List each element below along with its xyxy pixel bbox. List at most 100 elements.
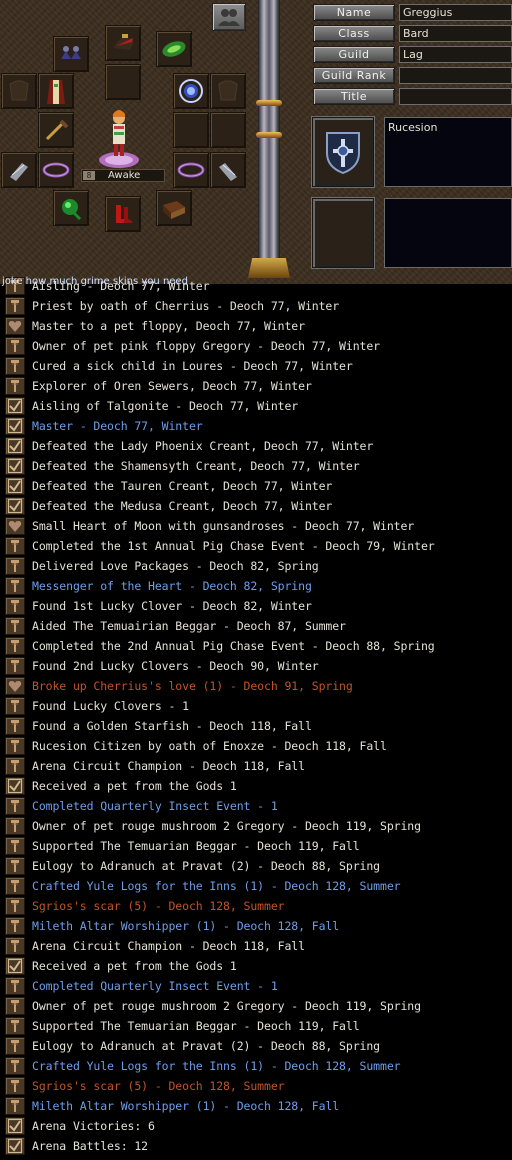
legend-mark-icon [5,837,25,855]
gauntlet-right-slot[interactable] [210,152,246,188]
legend-text: Found Lucky Clovers - 1 [32,699,189,713]
legend-text: Rucesion Citizen by oath of Enoxze - Deo… [32,739,387,753]
legend-row: Defeated the Lady Phoenix Creant, Deoch … [0,436,512,456]
legend-row: Found 1st Lucky Clover - Deoch 82, Winte… [0,596,512,616]
pillar-ornament [256,132,282,138]
armor-slot[interactable] [1,73,37,109]
legend-mark-icon [5,1057,25,1075]
red-boots-icon [116,205,132,223]
legend-row: Priest by oath of Cherrius - Deoch 77, W… [0,296,512,316]
group-portrait-button[interactable] [212,3,246,31]
legend-text: Defeated the Medusa Creant, Deoch 77, Wi… [32,499,333,513]
legend-mark-icon [5,977,25,995]
legend-row: Cured a sick child in Loures - Deoch 77,… [0,356,512,376]
legend-row: Defeated the Medusa Creant, Deoch 77, Wi… [0,496,512,516]
legend-row: Explorer of Oren Sewers, Deoch 77, Winte… [0,376,512,396]
legend-mark-icon [5,357,25,375]
legend-row: Owner of pet pink floppy Gregory - Deoch… [0,336,512,356]
bracelet-right-slot[interactable] [173,152,209,188]
legend-row: Eulogy to Adranuch at Pravat (2) - Deoch… [0,856,512,876]
legend-row: Owner of pet rouge mushroom 2 Gregory - … [0,996,512,1016]
legend-mark-icon [5,657,25,675]
legend-text: Eulogy to Adranuch at Pravat (2) - Deoch… [32,859,381,873]
legend-row: Found 2nd Lucky Clovers - Deoch 90, Wint… [0,656,512,676]
bracelet-left-slot[interactable] [38,152,74,188]
armor-slot-2[interactable] [210,73,246,109]
legend-mark-icon [5,617,25,635]
overcoat-icon [47,80,65,104]
legend-mark-icon [5,1037,25,1055]
earring-slot[interactable] [53,36,89,72]
legend-mark-icon [5,757,25,775]
legend-text: Mileth Altar Worshipper (1) - Deoch 128,… [32,1099,340,1113]
earring-left-icon [61,46,81,59]
ring-slot[interactable] [173,73,209,109]
legend-text: Explorer of Oren Sewers, Deoch 77, Winte… [32,379,312,393]
boots-slot[interactable] [105,196,141,232]
nation-name: Rucesion [384,117,512,187]
legend-text: Arena Battles: 12 [32,1139,149,1153]
legend-text: Crafted Yule Logs for the Inns (1) - Deo… [32,1059,401,1073]
gauntlet-left-icon [10,163,28,181]
legend-text: Arena Victories: 6 [32,1119,155,1133]
heart-mark-icon [5,317,25,335]
legend-row: Master to a pet floppy, Deoch 77, Winter [0,316,512,336]
check-mark-icon [5,497,25,515]
legend-text: Master - Deoch 77, Winter [32,419,203,433]
legend-mark-icon [5,337,25,355]
legend-row: Arena Battles: 12 [0,1136,512,1156]
legend-mark-icon [5,877,25,895]
helmet-slot[interactable] [105,25,141,61]
check-mark-icon [5,777,25,795]
legend-text: Arena Circuit Champion - Deoch 118, Fall [32,939,305,953]
legend-text: Owner of pet rouge mushroom 2 Gregory - … [32,819,421,833]
weapon-slot[interactable] [38,112,74,148]
empty-slot-2[interactable] [173,112,209,148]
legend-row: Sgrios's scar (5) - Deoch 128, Summer [0,1076,512,1096]
legend-mark-icon [5,377,25,395]
legend-text: Mileth Altar Worshipper (1) - Deoch 128,… [32,919,340,933]
character-sprite [95,108,143,172]
nation-emblem-frame [312,117,374,187]
legend-row: Owner of pet rouge mushroom 2 Gregory - … [0,816,512,836]
legend-mark-icon [5,797,25,815]
legend-mark-icon [5,597,25,615]
legend-mark-icon [5,697,25,715]
helmet-icon [113,34,134,50]
legend-row: Crafted Yule Logs for the Inns (1) - Deo… [0,1056,512,1076]
legend-mark-icon [5,737,25,755]
name-label: Name [313,4,395,21]
overcoat-slot[interactable] [38,73,74,109]
legend-row: Completed the 2nd Annual Pig Chase Event… [0,636,512,656]
legend-mark-icon [5,637,25,655]
empty-slot-3[interactable] [210,112,246,148]
title-label: Title [313,88,395,105]
profile-panel: Awake 8 Name Greggius Class Bard Guild L… [0,0,512,284]
charm-slot[interactable] [53,190,89,226]
legend-text: Priest by oath of Cherrius - Deoch 77, W… [32,299,340,313]
legend-row: Master - Deoch 77, Winter [0,416,512,436]
legend-row: Defeated the Tauren Creant, Deoch 77, Wi… [0,476,512,496]
check-mark-icon [5,1117,25,1135]
legend-text: Defeated the Shamensyth Creant, Deoch 77… [32,459,360,473]
empty-slot[interactable] [105,64,141,100]
leaf-shield-icon [162,41,186,57]
shield-slot[interactable] [156,31,192,67]
bracelet-right-icon [177,162,205,178]
guild-rank-label: Guild Rank [313,67,395,84]
legend-row: Defeated the Shamensyth Creant, Deoch 77… [0,456,512,476]
scroll-text: joke how much grime skins you need [2,276,188,287]
legend-text: Aisling of Talgonite - Deoch 77, Winter [32,399,299,413]
blue-gem-ring-icon [179,79,203,103]
legend-text: Defeated the Tauren Creant, Deoch 77, Wi… [32,479,333,493]
legend-row: Received a pet from the Gods 1 [0,776,512,796]
gauntlet-left-slot[interactable] [1,152,37,188]
legend-mark-icon [5,897,25,915]
legend-list[interactable]: Aisling - Deoch 77, Winter Priest by oath… [0,277,512,1160]
legend-text: Received a pet from the Gods 1 [32,959,237,973]
legend-text: Completed Quarterly Insect Event - 1 [32,799,278,813]
legend-row: Arena Victories: 6 [0,1116,512,1136]
class-label: Class [313,25,395,42]
book-slot[interactable] [156,190,192,226]
legend-text: Completed the 2nd Annual Pig Chase Event… [32,639,435,653]
